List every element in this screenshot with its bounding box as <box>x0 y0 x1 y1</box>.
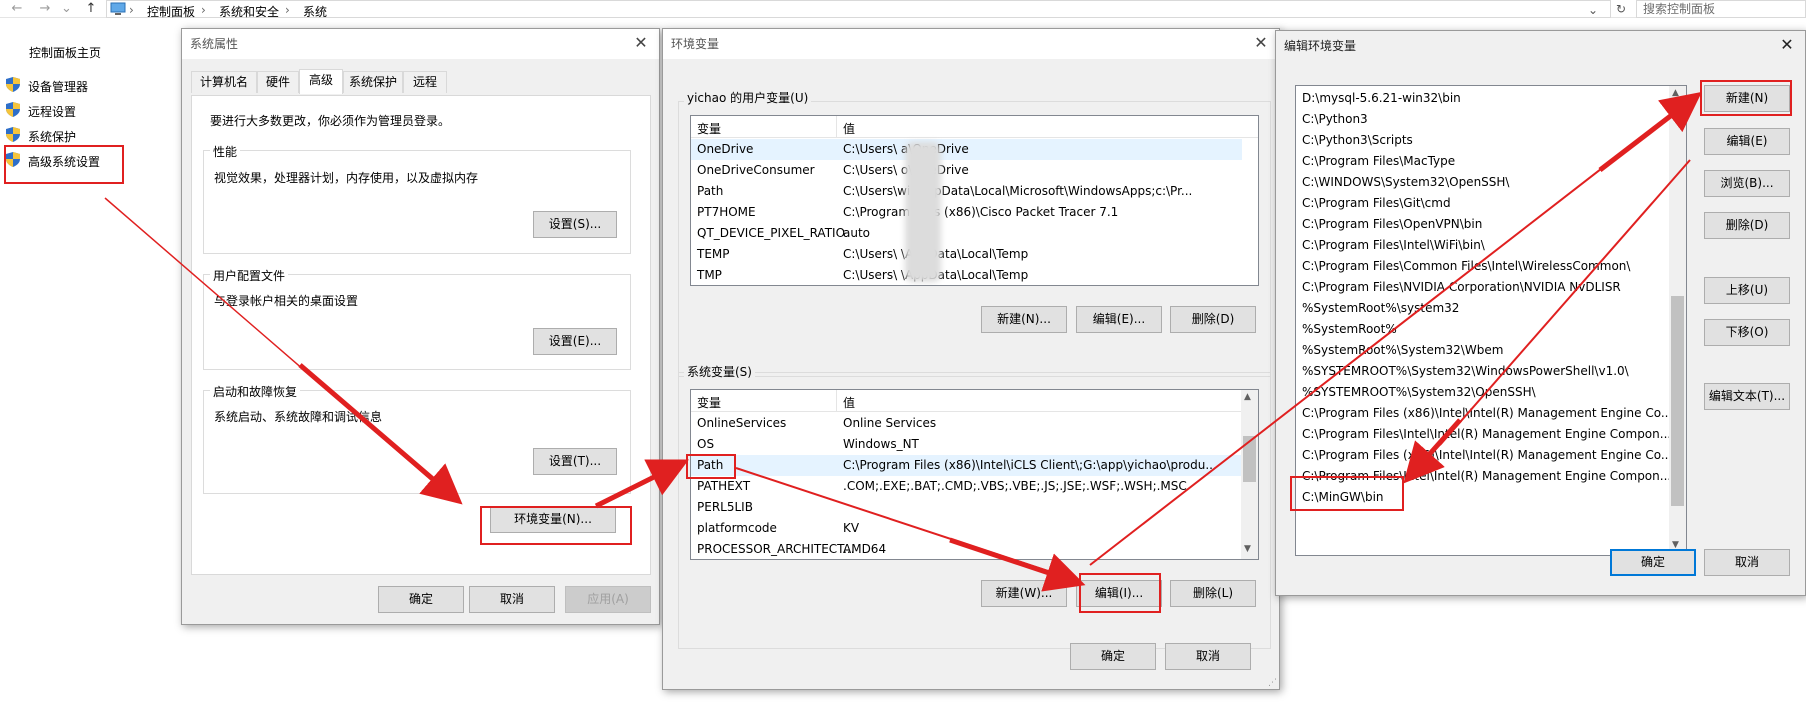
arrow-to-mingw-entry <box>1403 418 1462 484</box>
arrow-to-new-button <box>1598 91 1702 172</box>
annotation-arrows <box>104 91 1702 592</box>
arrow-to-path-row <box>594 459 689 509</box>
arrow-line <box>1439 159 1691 446</box>
arrow-to-env-button <box>298 363 463 505</box>
arrow-to-edit-button <box>949 537 1086 592</box>
